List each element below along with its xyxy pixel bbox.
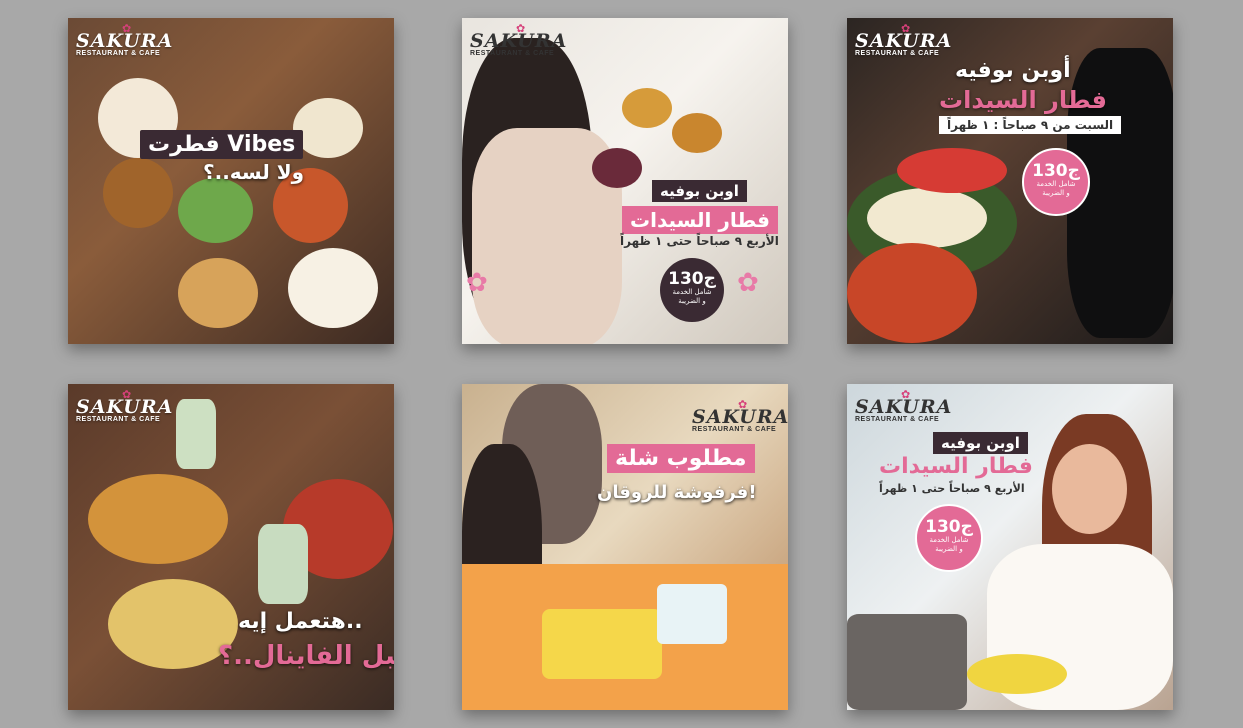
sakura-logo: ✿ SAKURA RESTAURANT & CAFE bbox=[692, 398, 788, 433]
price-note: و الضريبة bbox=[678, 297, 706, 305]
price-badge: 130ج شامل الخدمة و الضريبة bbox=[660, 258, 724, 322]
food-platter-image bbox=[88, 474, 228, 564]
flower-icon: ✿ bbox=[122, 22, 132, 35]
offer-time: الأربع ٩ صباحاً حتى ١ ظهراً bbox=[879, 482, 1025, 495]
offer-title: فطار السيدات bbox=[879, 454, 1033, 479]
price-note: شامل الخدمة bbox=[929, 536, 969, 544]
logo-tagline: RESTAURANT & CAFE bbox=[76, 50, 161, 57]
headline-band: فطرت Vibes bbox=[140, 130, 304, 159]
price-note: و الضريبة bbox=[1042, 189, 1070, 197]
flower-icon: ✿ bbox=[122, 388, 132, 401]
bowl-image bbox=[103, 158, 173, 228]
price-value: 130ج bbox=[668, 269, 716, 289]
bread-image bbox=[178, 258, 258, 328]
bowl-image bbox=[592, 148, 642, 188]
offer-label: اوبن بوفيه bbox=[652, 180, 747, 202]
offer-title: فطار السيدات bbox=[939, 86, 1107, 114]
post-card-3[interactable]: ✿ SAKURA RESTAURANT & CAFE أوبن بوفيه فط… bbox=[847, 18, 1173, 344]
bowl-image bbox=[672, 113, 722, 153]
post-card-5[interactable]: ✿ SAKURA RESTAURANT & CAFE مطلوب شلة فرف… bbox=[462, 384, 788, 710]
offer-label: اوبن بوفيه bbox=[933, 432, 1028, 454]
post-card-1[interactable]: ✿ SAKURA RESTAURANT & CAFE فطرت Vibes ول… bbox=[68, 18, 394, 344]
logo-tagline: RESTAURANT & CAFE bbox=[855, 416, 940, 423]
logo-tagline: RESTAURANT & CAFE bbox=[855, 50, 940, 57]
subheadline-text: ولا لسه..؟ bbox=[203, 160, 305, 184]
buffet-image bbox=[847, 614, 967, 710]
plate-image bbox=[293, 98, 363, 158]
headline-text: هتعمل إيه.. bbox=[238, 609, 363, 634]
price-note: شامل الخدمة bbox=[672, 288, 712, 296]
subheadline-text: قبل الفاينال..؟ bbox=[218, 641, 394, 671]
food-image bbox=[867, 188, 987, 248]
drink-glass-image bbox=[176, 399, 216, 469]
offer-title: فطار السيدات bbox=[622, 206, 778, 234]
logo-tagline: RESTAURANT & CAFE bbox=[76, 416, 161, 423]
plate-image bbox=[288, 248, 378, 328]
headline-band: مطلوب شلة bbox=[607, 444, 755, 473]
logo-tagline: RESTAURANT & CAFE bbox=[692, 426, 777, 433]
flower-icon: ✿ bbox=[901, 22, 911, 35]
bowl-image bbox=[622, 88, 672, 128]
cherry-blossom-icon: ✿ bbox=[466, 268, 488, 298]
logo-tagline: RESTAURANT & CAFE bbox=[470, 50, 555, 57]
sakura-logo: ✿ SAKURA RESTAURANT & CAFE bbox=[76, 388, 173, 423]
person-face-image bbox=[1052, 444, 1127, 534]
sakura-logo: ✿ SAKURA RESTAURANT & CAFE bbox=[470, 22, 567, 57]
food-image bbox=[847, 243, 977, 343]
price-badge: 130ج شامل الخدمة و الضريبة bbox=[1022, 148, 1090, 216]
salad-image bbox=[178, 178, 253, 243]
cherry-blossom-icon: ✿ bbox=[737, 268, 759, 298]
price-note: شامل الخدمة bbox=[1036, 180, 1076, 188]
price-value: 130ج bbox=[925, 517, 973, 537]
price-badge: 130ج شامل الخدمة و الضريبة bbox=[915, 504, 983, 572]
offer-time: الأربع ٩ صباحاً حتى ١ ظهراً bbox=[620, 234, 779, 248]
drink-glass-image bbox=[258, 524, 308, 604]
post-card-4[interactable]: ✿ SAKURA RESTAURANT & CAFE هتعمل إيه.. ق… bbox=[68, 384, 394, 710]
food-plate-image bbox=[967, 654, 1067, 694]
game-board-image bbox=[542, 609, 662, 679]
headline-text: فطرت Vibes bbox=[148, 132, 296, 157]
offer-label: أوبن بوفيه bbox=[955, 58, 1071, 83]
post-card-6[interactable]: ✿ SAKURA RESTAURANT & CAFE اوبن بوفيه فط… bbox=[847, 384, 1173, 710]
tomato-image bbox=[897, 148, 1007, 193]
price-value: 130ج bbox=[1032, 161, 1080, 181]
post-card-2[interactable]: ✿ SAKURA RESTAURANT & CAFE اوبن بوفيه فط… bbox=[462, 18, 788, 344]
offer-time: السبت من ٩ صباحاً : ١ ظهراً bbox=[939, 116, 1122, 134]
sakura-logo: ✿ SAKURA RESTAURANT & CAFE bbox=[855, 22, 952, 57]
flower-icon: ✿ bbox=[738, 398, 748, 411]
price-note: و الضريبة bbox=[935, 545, 963, 553]
subheadline-text: فرفوشة للروقان! bbox=[597, 482, 757, 503]
game-box-image bbox=[657, 584, 727, 644]
sakura-logo: ✿ SAKURA RESTAURANT & CAFE bbox=[855, 388, 952, 423]
flower-icon: ✿ bbox=[901, 388, 911, 401]
flower-icon: ✿ bbox=[516, 22, 526, 35]
sakura-logo: ✿ SAKURA RESTAURANT & CAFE bbox=[76, 22, 173, 57]
